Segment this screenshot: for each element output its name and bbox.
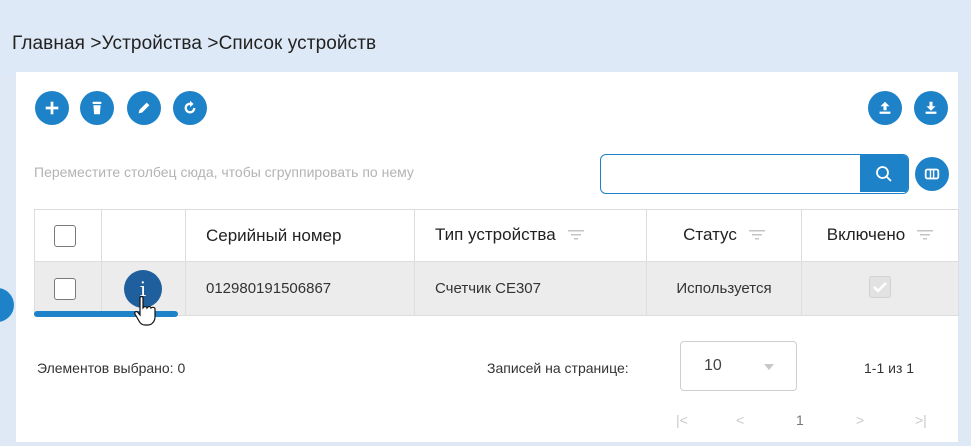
group-panel-hint[interactable]: Переместите столбец сюда, чтобы сгруппир… <box>34 164 414 180</box>
next-page-button[interactable]: > <box>856 412 864 428</box>
column-header-serial[interactable]: Серийный номер <box>185 209 415 262</box>
breadcrumb-devices[interactable]: Устройства <box>102 33 202 54</box>
selected-count: Элементов выбрано: 0 <box>37 360 186 376</box>
download-button[interactable] <box>914 91 948 125</box>
upload-icon <box>879 101 891 114</box>
search-icon <box>876 165 892 182</box>
trash-icon <box>92 101 102 115</box>
current-page[interactable]: 1 <box>796 412 804 428</box>
refresh-icon <box>184 100 196 114</box>
breadcrumb: Главная >Устройства >Список устройств <box>12 33 376 55</box>
column-header-label: Серийный номер <box>206 225 342 245</box>
per-page-select[interactable]: 10 <box>680 341 797 391</box>
select-all-cell <box>34 209 102 262</box>
edit-button[interactable] <box>127 91 161 125</box>
chevron-down-icon <box>764 364 774 370</box>
first-page-button[interactable]: |< <box>676 412 688 428</box>
side-panel-toggle[interactable] <box>0 288 14 322</box>
delete-button[interactable] <box>80 91 114 125</box>
page-range: 1-1 из 1 <box>864 360 915 376</box>
breadcrumb-current: Список устройств <box>218 33 377 54</box>
table-row[interactable]: i 012980191506867 Счетчик CE307 Использу… <box>34 261 959 316</box>
devices-table: Серийный номер Тип устройства Статус Вкл… <box>34 209 959 316</box>
download-icon <box>925 101 937 114</box>
last-page-button[interactable]: >| <box>915 412 927 428</box>
column-header-label: Тип устройства <box>435 225 556 245</box>
filter-icon[interactable] <box>748 226 765 246</box>
cell-status: Используется <box>646 261 802 316</box>
search-button[interactable] <box>860 155 908 192</box>
plus-icon <box>45 101 59 115</box>
table-header-row: Серийный номер Тип устройства Статус Вкл… <box>34 209 959 262</box>
column-header-label: Включено <box>826 225 906 245</box>
per-page-value: 10 <box>704 357 722 374</box>
breadcrumb-home[interactable]: Главная <box>12 33 85 54</box>
column-header-enabled[interactable]: Включено <box>801 209 959 262</box>
upload-button[interactable] <box>868 91 902 125</box>
cell-enabled <box>801 261 959 316</box>
row-checkbox[interactable] <box>54 277 76 300</box>
breadcrumb-separator: > <box>85 33 102 54</box>
breadcrumb-separator: > <box>202 33 219 54</box>
pencil-icon <box>138 102 150 114</box>
search-input[interactable] <box>601 155 859 192</box>
column-header-status[interactable]: Статус <box>646 209 802 262</box>
columns-icon <box>924 168 940 180</box>
refresh-button[interactable] <box>173 91 207 125</box>
select-all-checkbox[interactable] <box>54 224 76 247</box>
prev-page-button[interactable]: < <box>736 412 744 428</box>
search-box <box>600 154 909 194</box>
cell-type: Счетчик CE307 <box>414 261 647 316</box>
cell-serial: 012980191506867 <box>185 261 415 316</box>
per-page-label: Записей на странице: <box>487 360 629 376</box>
add-button[interactable] <box>35 91 69 125</box>
column-header-type[interactable]: Тип устройства <box>414 209 647 262</box>
filter-icon[interactable] <box>917 226 934 246</box>
enabled-checkbox <box>869 275 891 298</box>
column-header-label: Статус <box>683 225 737 245</box>
hand-cursor-icon <box>134 295 156 326</box>
filter-icon[interactable] <box>567 226 584 246</box>
actions-header <box>101 209 186 262</box>
row-select-cell <box>34 261 102 316</box>
column-chooser-button[interactable] <box>915 157 949 191</box>
